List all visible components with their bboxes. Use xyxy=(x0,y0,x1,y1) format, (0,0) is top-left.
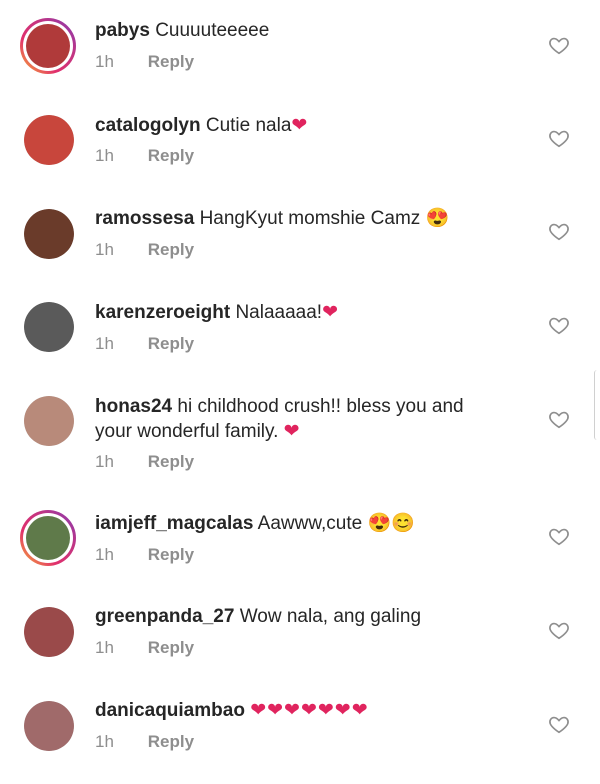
reply-button[interactable]: Reply xyxy=(148,732,194,751)
comment-text: Aawww,cute xyxy=(257,513,368,534)
comment-emoji: ❤❤❤❤❤❤❤ xyxy=(250,700,369,721)
avatar[interactable] xyxy=(24,115,74,165)
comment-emoji: ❤ xyxy=(283,421,300,442)
heart-outline-icon[interactable] xyxy=(548,619,570,641)
avatar[interactable] xyxy=(24,396,74,446)
heart-outline-icon[interactable] xyxy=(548,220,570,242)
comment-emoji: ❤ xyxy=(291,115,308,136)
comment-time: 1h xyxy=(95,545,114,564)
reply-button[interactable]: Reply xyxy=(148,52,194,71)
comment-text: HangKyut momshie Camz xyxy=(199,208,426,229)
heart-outline-icon[interactable] xyxy=(548,34,570,56)
reply-button[interactable]: Reply xyxy=(148,146,194,165)
heart-outline-icon[interactable] xyxy=(548,127,570,149)
avatar[interactable] xyxy=(24,607,74,657)
comment-emoji: 😍😊 xyxy=(367,513,415,534)
comment-emoji: ❤ xyxy=(322,302,338,323)
comment-username[interactable]: ramossesa xyxy=(95,208,194,229)
comment-text: Nalaaaaa! xyxy=(235,302,323,323)
comment-emoji: 😍 xyxy=(425,208,450,229)
comment-username[interactable]: karenzeroeight xyxy=(95,302,230,323)
avatar[interactable] xyxy=(24,701,74,751)
heart-outline-icon[interactable] xyxy=(548,713,570,735)
reply-button[interactable]: Reply xyxy=(148,638,194,657)
scrollbar[interactable] xyxy=(594,370,600,440)
comment-text: Cuuuuteeeee xyxy=(155,20,270,41)
reply-button[interactable]: Reply xyxy=(148,452,194,471)
comment-time: 1h xyxy=(95,240,114,259)
comment-username[interactable]: catalogolyn xyxy=(95,115,201,136)
avatar[interactable] xyxy=(20,510,76,566)
reply-button[interactable]: Reply xyxy=(148,545,194,564)
heart-outline-icon[interactable] xyxy=(548,314,570,336)
comment-time: 1h xyxy=(95,52,114,71)
avatar[interactable] xyxy=(24,302,74,352)
comment-username[interactable]: danicaquiambao xyxy=(95,700,245,721)
comment-text: Cutie nala xyxy=(205,115,292,136)
comment-time: 1h xyxy=(95,452,114,471)
heart-outline-icon[interactable] xyxy=(548,525,570,547)
avatar[interactable] xyxy=(24,209,74,259)
comment-username[interactable]: iamjeff_magcalas xyxy=(95,513,253,534)
reply-button[interactable]: Reply xyxy=(148,240,194,259)
reply-button[interactable]: Reply xyxy=(148,334,194,353)
heart-outline-icon[interactable] xyxy=(548,408,570,430)
comment-time: 1h xyxy=(95,732,114,751)
comment-time: 1h xyxy=(95,146,114,165)
comment-username[interactable]: pabys xyxy=(95,20,150,41)
avatar[interactable] xyxy=(20,18,76,74)
comment-time: 1h xyxy=(95,334,114,353)
comment-time: 1h xyxy=(95,638,114,657)
comment-username[interactable]: honas24 xyxy=(95,396,172,417)
comment-text: Wow nala, ang galing xyxy=(239,606,422,627)
comment-username[interactable]: greenpanda_27 xyxy=(95,606,234,627)
